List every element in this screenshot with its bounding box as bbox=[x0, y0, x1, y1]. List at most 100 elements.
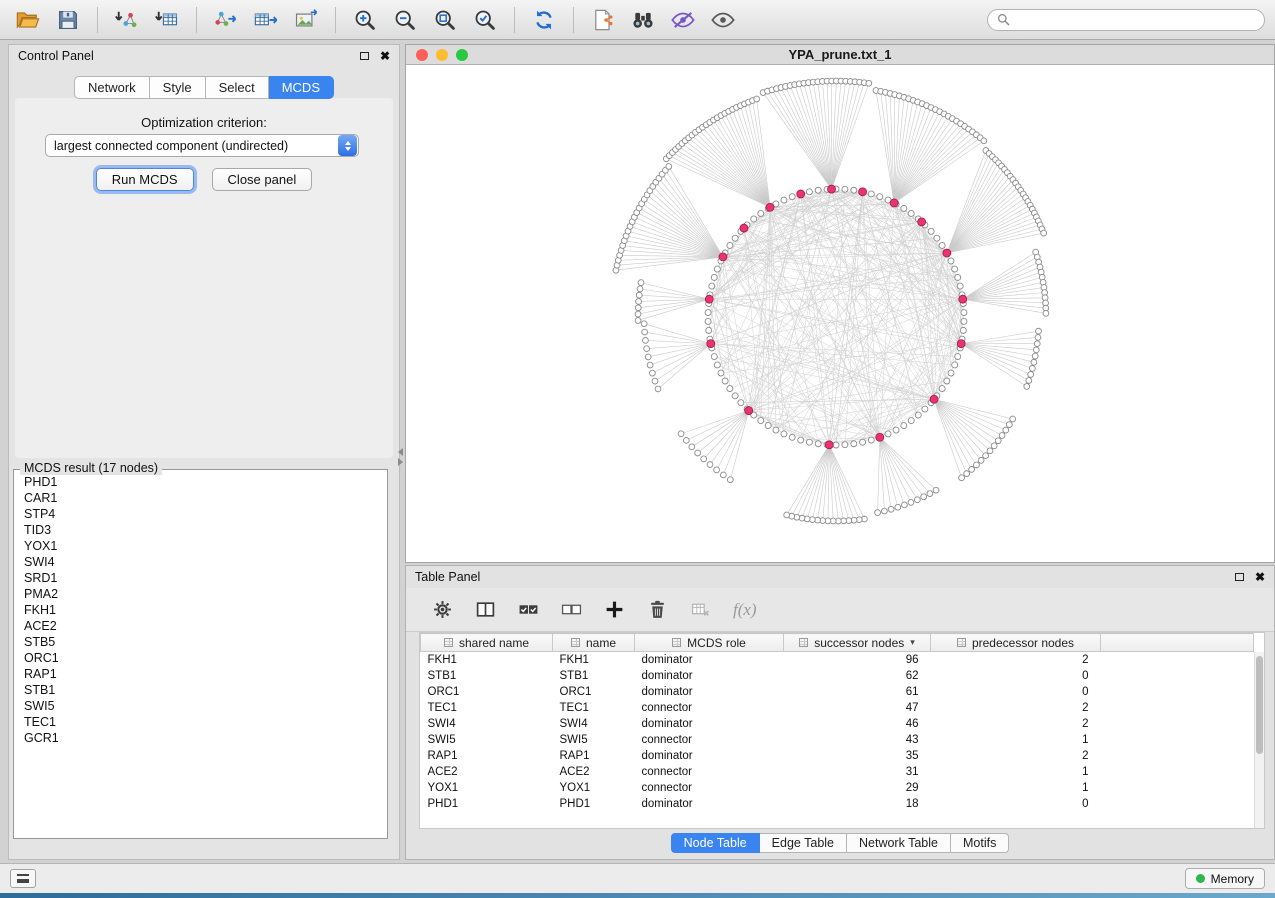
find-network-button[interactable] bbox=[625, 5, 661, 35]
table-scrollbar-thumb[interactable] bbox=[1256, 656, 1263, 754]
cell-role: dominator bbox=[635, 748, 784, 764]
share-document-button[interactable] bbox=[585, 5, 621, 35]
mcds-result-item[interactable]: ACE2 bbox=[16, 618, 385, 634]
close-table-panel-icon[interactable]: ✖ bbox=[1255, 571, 1265, 583]
toolbar-search[interactable] bbox=[987, 9, 1265, 31]
column-header-filler bbox=[1101, 634, 1254, 652]
network-canvas[interactable] bbox=[406, 65, 1274, 562]
mcds-result-item[interactable]: TEC1 bbox=[16, 714, 385, 730]
select-all-rows-button[interactable] bbox=[518, 599, 539, 620]
table-row[interactable]: ACE2ACE2connector311 bbox=[421, 764, 1254, 780]
zoom-out-button[interactable] bbox=[387, 5, 423, 35]
column-header-predecessor-nodes[interactable]: predecessor nodes bbox=[931, 634, 1101, 652]
refresh-layout-button[interactable] bbox=[526, 5, 562, 35]
hide-details-button[interactable] bbox=[665, 5, 701, 35]
column-header-successor-nodes[interactable]: successor nodes▾ bbox=[784, 634, 931, 652]
cell-filler bbox=[1101, 780, 1254, 796]
tab-edge-table[interactable]: Edge Table bbox=[760, 833, 847, 853]
close-panel-button[interactable]: Close panel bbox=[212, 168, 313, 191]
cell-shared_name: SWI5 bbox=[421, 732, 553, 748]
mcds-result-item[interactable]: SWI4 bbox=[16, 554, 385, 570]
gear-icon bbox=[432, 599, 453, 620]
column-label: name bbox=[586, 636, 616, 650]
table-row[interactable]: SWI4SWI4dominator462 bbox=[421, 716, 1254, 732]
search-input[interactable] bbox=[1016, 12, 1255, 28]
panel-menu-button[interactable] bbox=[10, 869, 36, 888]
import-network-button[interactable] bbox=[109, 5, 145, 35]
tab-select[interactable]: Select bbox=[206, 76, 269, 99]
refresh-icon bbox=[532, 8, 556, 32]
window-zoom-icon[interactable] bbox=[456, 49, 468, 61]
table-row[interactable]: PHD1PHD1dominator180 bbox=[421, 796, 1254, 812]
mcds-result-item[interactable]: GCR1 bbox=[16, 730, 385, 746]
float-panel-icon[interactable] bbox=[360, 52, 369, 60]
zoom-in-button[interactable] bbox=[347, 5, 383, 35]
mcds-result-item[interactable]: YOX1 bbox=[16, 538, 385, 554]
import-network-icon bbox=[114, 8, 140, 32]
table-row[interactable]: SWI5SWI5connector431 bbox=[421, 732, 1254, 748]
table-row[interactable]: YOX1YOX1connector291 bbox=[421, 780, 1254, 796]
sort-icon bbox=[799, 638, 808, 647]
tab-network[interactable]: Network bbox=[74, 76, 150, 99]
tab-node-table[interactable]: Node Table bbox=[671, 833, 760, 853]
network-window: YPA_prune.txt_1 bbox=[405, 44, 1275, 563]
window-close-icon[interactable] bbox=[416, 49, 428, 61]
mcds-result-item[interactable]: SWI5 bbox=[16, 698, 385, 714]
zoom-selected-button[interactable] bbox=[467, 5, 503, 35]
tab-network-table[interactable]: Network Table bbox=[847, 833, 951, 853]
cell-predecessors: 2 bbox=[931, 716, 1101, 732]
criterion-dropdown[interactable]: largest connected component (undirected) bbox=[45, 134, 359, 157]
zoom-fit-button[interactable] bbox=[427, 5, 463, 35]
mcds-result-item[interactable]: SRD1 bbox=[16, 570, 385, 586]
new-column-button[interactable] bbox=[604, 599, 625, 620]
table-row[interactable]: TEC1TEC1connector472 bbox=[421, 700, 1254, 716]
mcds-result-item[interactable]: PMA2 bbox=[16, 586, 385, 602]
column-header-shared-name[interactable]: shared name bbox=[421, 634, 553, 652]
table-row[interactable]: STB1STB1dominator620 bbox=[421, 668, 1254, 684]
export-network-button[interactable] bbox=[208, 5, 244, 35]
tab-mcds[interactable]: MCDS bbox=[269, 76, 334, 99]
show-details-button[interactable] bbox=[705, 5, 741, 35]
table-scrollbar[interactable] bbox=[1254, 652, 1264, 828]
cell-predecessors: 0 bbox=[931, 684, 1101, 700]
float-table-panel-icon[interactable] bbox=[1235, 573, 1244, 581]
mcds-result-item[interactable]: FKH1 bbox=[16, 602, 385, 618]
show-columns-button[interactable] bbox=[475, 599, 496, 620]
mcds-result-item[interactable]: ORC1 bbox=[16, 650, 385, 666]
mcds-result-item[interactable]: STB5 bbox=[16, 634, 385, 650]
column-header-name[interactable]: name bbox=[553, 634, 635, 652]
tab-style[interactable]: Style bbox=[150, 76, 206, 99]
save-session-button[interactable] bbox=[50, 5, 86, 35]
mcds-result-item[interactable]: PHD1 bbox=[16, 474, 385, 490]
cell-name: STB1 bbox=[553, 668, 635, 684]
deselect-all-rows-button[interactable] bbox=[561, 599, 582, 620]
mcds-result-item[interactable]: TID3 bbox=[16, 522, 385, 538]
table-row[interactable]: ORC1ORC1dominator610 bbox=[421, 684, 1254, 700]
cell-shared_name: FKH1 bbox=[421, 652, 553, 668]
table-mode-button[interactable] bbox=[432, 599, 453, 620]
open-session-button[interactable] bbox=[10, 5, 46, 35]
splitter-collapse-icon[interactable] bbox=[398, 448, 403, 466]
tab-motifs[interactable]: Motifs bbox=[951, 833, 1009, 853]
run-mcds-button[interactable]: Run MCDS bbox=[96, 168, 194, 191]
delete-columns-button[interactable] bbox=[647, 599, 668, 620]
mcds-result-item[interactable]: STB1 bbox=[16, 682, 385, 698]
cell-predecessors: 1 bbox=[931, 732, 1101, 748]
window-minimize-icon[interactable] bbox=[436, 49, 448, 61]
cell-predecessors: 0 bbox=[931, 796, 1101, 812]
export-table-button[interactable] bbox=[248, 5, 284, 35]
network-titlebar[interactable]: YPA_prune.txt_1 bbox=[406, 45, 1274, 65]
cell-successors: 46 bbox=[784, 716, 931, 732]
column-header-MCDS-role[interactable]: MCDS role bbox=[635, 634, 784, 652]
cell-filler bbox=[1101, 668, 1254, 684]
hamburger-icon bbox=[17, 874, 29, 883]
table-row[interactable]: FKH1FKH1dominator962 bbox=[421, 652, 1254, 668]
mcds-result-item[interactable]: CAR1 bbox=[16, 490, 385, 506]
import-table-button[interactable] bbox=[149, 5, 185, 35]
close-panel-icon[interactable]: ✖ bbox=[380, 50, 390, 62]
memory-button[interactable]: Memory bbox=[1185, 868, 1265, 889]
table-row[interactable]: RAP1RAP1dominator352 bbox=[421, 748, 1254, 764]
mcds-result-item[interactable]: STP4 bbox=[16, 506, 385, 522]
export-image-button[interactable] bbox=[288, 5, 324, 35]
mcds-result-item[interactable]: RAP1 bbox=[16, 666, 385, 682]
